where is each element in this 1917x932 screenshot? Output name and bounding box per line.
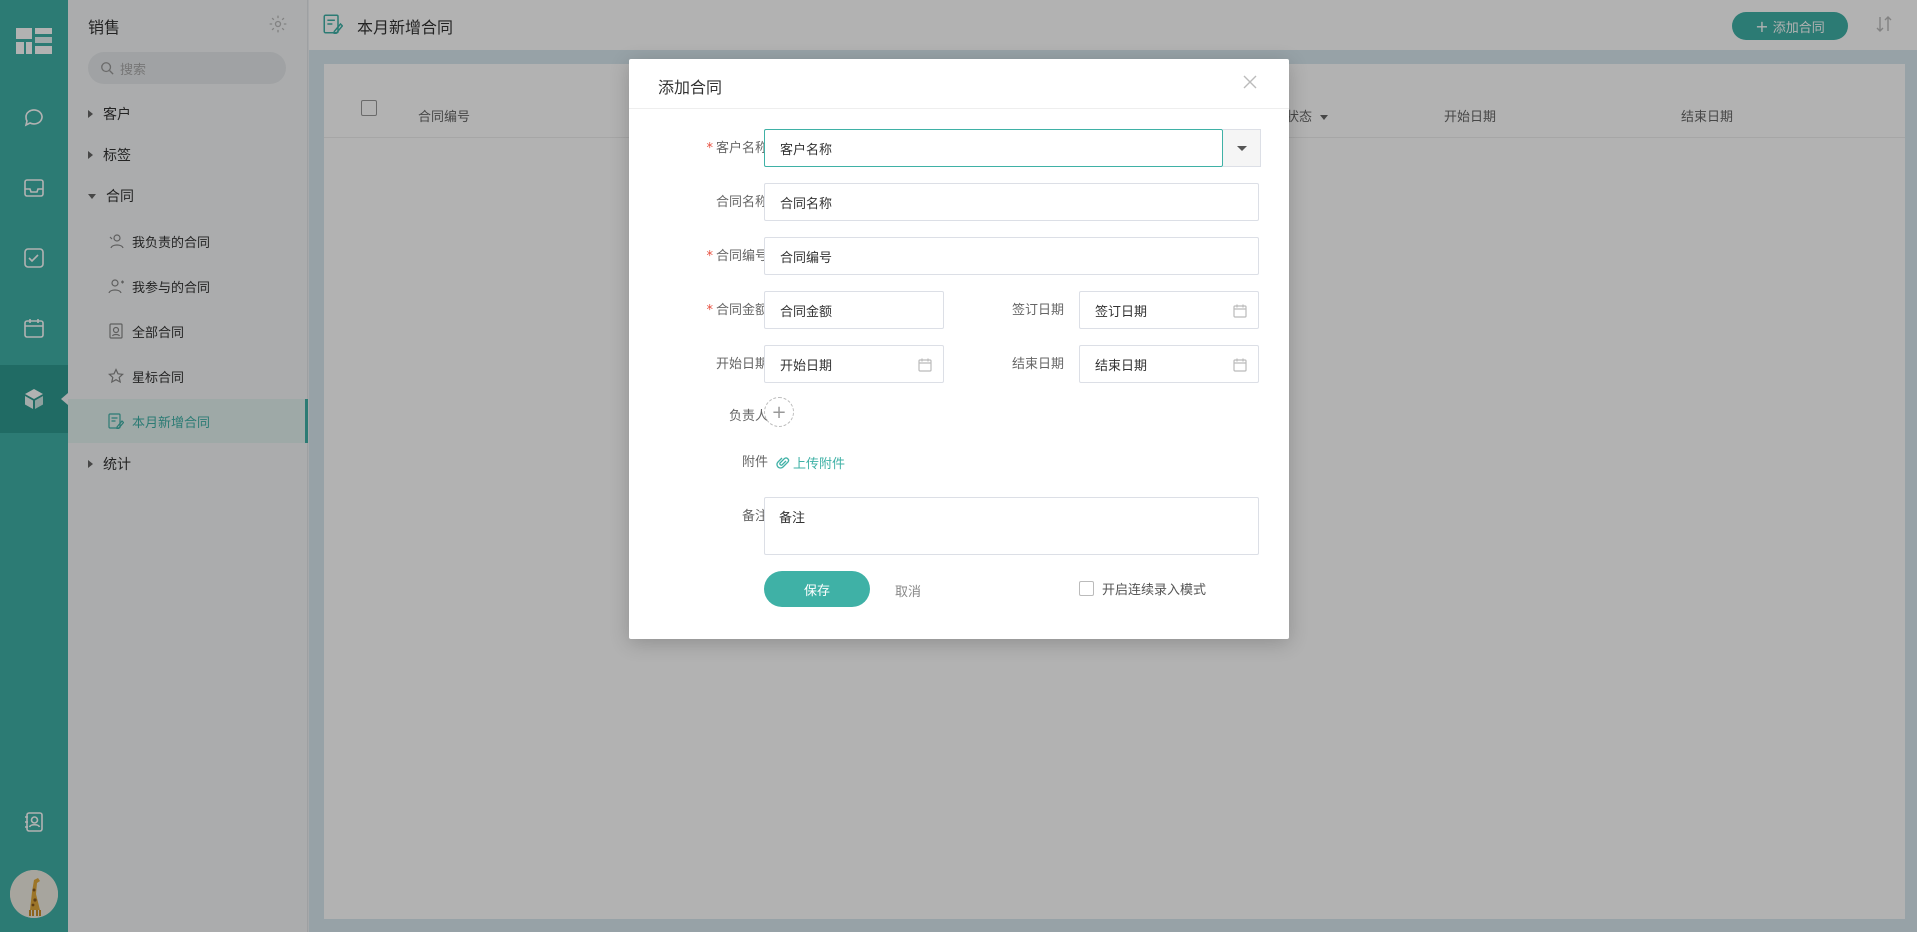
calendar-icon xyxy=(1233,304,1247,318)
upload-attachment-link[interactable]: 上传附件 xyxy=(776,453,845,472)
amount-input[interactable]: 合同金额 xyxy=(764,291,944,329)
continuous-mode-toggle[interactable]: 开启连续录入模式 xyxy=(1079,579,1206,598)
end-date-label: 结束日期 xyxy=(1011,357,1064,372)
sign-date-label: 签订日期 xyxy=(1011,303,1064,318)
add-contract-dialog: 添加合同 * 客户名称 客户名称 合同名称 合同名称 * 合同编号 合同编号 * 合同… xyxy=(629,59,1289,639)
end-date-placeholder: 结束日期 xyxy=(1095,358,1148,374)
continuous-mode-label: 开启连续录入模式 xyxy=(1102,583,1207,598)
contract-name-placeholder: 合同名称 xyxy=(780,196,833,212)
required-mark: * xyxy=(706,141,713,156)
upload-attachment-text: 上传附件 xyxy=(793,457,846,472)
contract-name-input[interactable]: 合同名称 xyxy=(764,183,1259,221)
add-owner-button[interactable]: + xyxy=(764,397,794,427)
note-textarea[interactable]: 备注 xyxy=(764,497,1259,555)
dialog-header: 添加合同 xyxy=(629,59,1289,109)
contract-no-placeholder: 合同编号 xyxy=(780,250,833,266)
paperclip-icon xyxy=(776,456,790,469)
amount-placeholder: 合同金额 xyxy=(780,304,833,320)
save-button[interactable]: 保存 xyxy=(764,571,870,607)
cancel-button[interactable]: 取消 xyxy=(895,581,921,600)
customer-name-placeholder: 客户名称 xyxy=(780,142,833,158)
start-date-input[interactable]: 开始日期 xyxy=(764,345,944,383)
chevron-down-icon xyxy=(1236,145,1247,151)
attachment-label: 附件 xyxy=(741,455,768,470)
amount-label: * 合同金额 xyxy=(669,299,768,318)
required-mark: * xyxy=(706,303,713,318)
sign-date-input[interactable]: 签订日期 xyxy=(1079,291,1259,329)
sign-date-placeholder: 签订日期 xyxy=(1095,304,1148,320)
note-label: 备注 xyxy=(741,509,768,524)
end-date-input[interactable]: 结束日期 xyxy=(1079,345,1259,383)
contract-no-label: * 合同编号 xyxy=(669,245,768,264)
customer-name-label: * 客户名称 xyxy=(669,137,768,156)
calendar-icon xyxy=(1233,358,1247,372)
required-mark: * xyxy=(706,249,713,264)
contract-name-label: 合同名称 xyxy=(715,195,768,210)
dialog-title: 添加合同 xyxy=(658,78,723,97)
amount-label-text: 合同金额 xyxy=(715,303,768,318)
customer-name-input[interactable]: 客户名称 xyxy=(764,129,1223,167)
owner-label: 负责人 xyxy=(728,409,768,424)
contract-no-label-text: 合同编号 xyxy=(715,249,768,264)
note-placeholder: 备注 xyxy=(779,511,806,526)
continuous-mode-checkbox[interactable] xyxy=(1079,581,1094,596)
plus-icon: + xyxy=(771,401,787,423)
calendar-icon xyxy=(918,358,932,372)
customer-dropdown-button[interactable] xyxy=(1223,129,1261,167)
start-date-label: 开始日期 xyxy=(715,357,768,372)
start-date-placeholder: 开始日期 xyxy=(780,358,833,374)
close-icon[interactable] xyxy=(1241,73,1259,91)
contract-no-input[interactable]: 合同编号 xyxy=(764,237,1259,275)
customer-name-label-text: 客户名称 xyxy=(715,141,768,156)
